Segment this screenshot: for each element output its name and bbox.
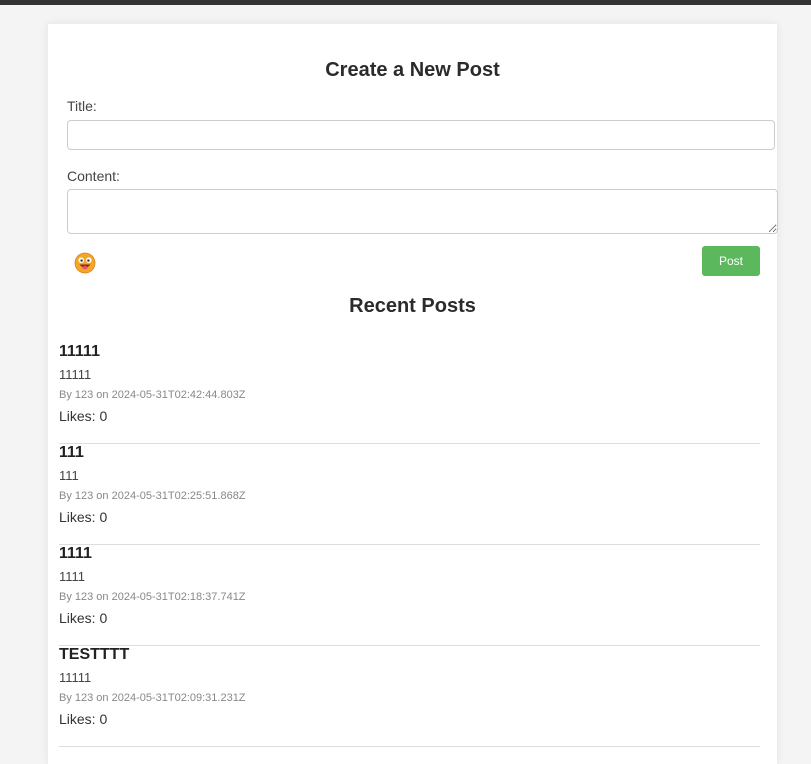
post-meta: By 123 on 2024-05-31T02:18:37.741Z [59, 591, 246, 603]
create-post-heading: Create a New Post [325, 59, 500, 81]
post-title: 111 [59, 444, 84, 461]
top-bar [0, 0, 811, 5]
post-list: 11111 11111 By 123 on 2024-05-31T02:42:4… [59, 343, 760, 747]
post-likes: Likes: 0 [59, 711, 108, 727]
post-content: 111 [59, 468, 79, 483]
post-item: 1111 1111 By 123 on 2024-05-31T02:18:37.… [59, 545, 760, 646]
post-likes: Likes: 0 [59, 509, 108, 525]
content-label: Content: [67, 168, 120, 184]
main-card: Create a New Post Title: Content: Post R… [48, 24, 778, 764]
post-meta: By 123 on 2024-05-31T02:42:44.803Z [59, 389, 246, 401]
post-content: 11111 [59, 670, 92, 685]
post-item: TESTTTT 11111 By 123 on 2024-05-31T02:09… [59, 646, 760, 747]
post-item: 111 111 By 123 on 2024-05-31T02:25:51.86… [59, 444, 760, 545]
emoji-picker-button[interactable] [74, 252, 96, 274]
post-content: 11111 [59, 367, 92, 382]
post-title: 1111 [59, 545, 92, 562]
emoji-smiley-tongue-icon [74, 252, 96, 274]
post-meta: By 123 on 2024-05-31T02:09:31.231Z [59, 692, 246, 704]
post-title: TESTTTT [59, 646, 130, 663]
title-label: Title: [67, 98, 97, 114]
post-likes: Likes: 0 [59, 408, 108, 424]
content-textarea[interactable] [67, 189, 778, 234]
post-item: 11111 11111 By 123 on 2024-05-31T02:42:4… [59, 343, 760, 444]
post-likes: Likes: 0 [59, 610, 108, 626]
post-title: 11111 [59, 343, 100, 360]
post-content: 1111 [59, 569, 86, 584]
recent-posts-heading: Recent Posts [349, 295, 476, 317]
title-input[interactable] [67, 120, 775, 150]
post-meta: By 123 on 2024-05-31T02:25:51.868Z [59, 490, 246, 502]
post-button[interactable]: Post [702, 246, 760, 276]
